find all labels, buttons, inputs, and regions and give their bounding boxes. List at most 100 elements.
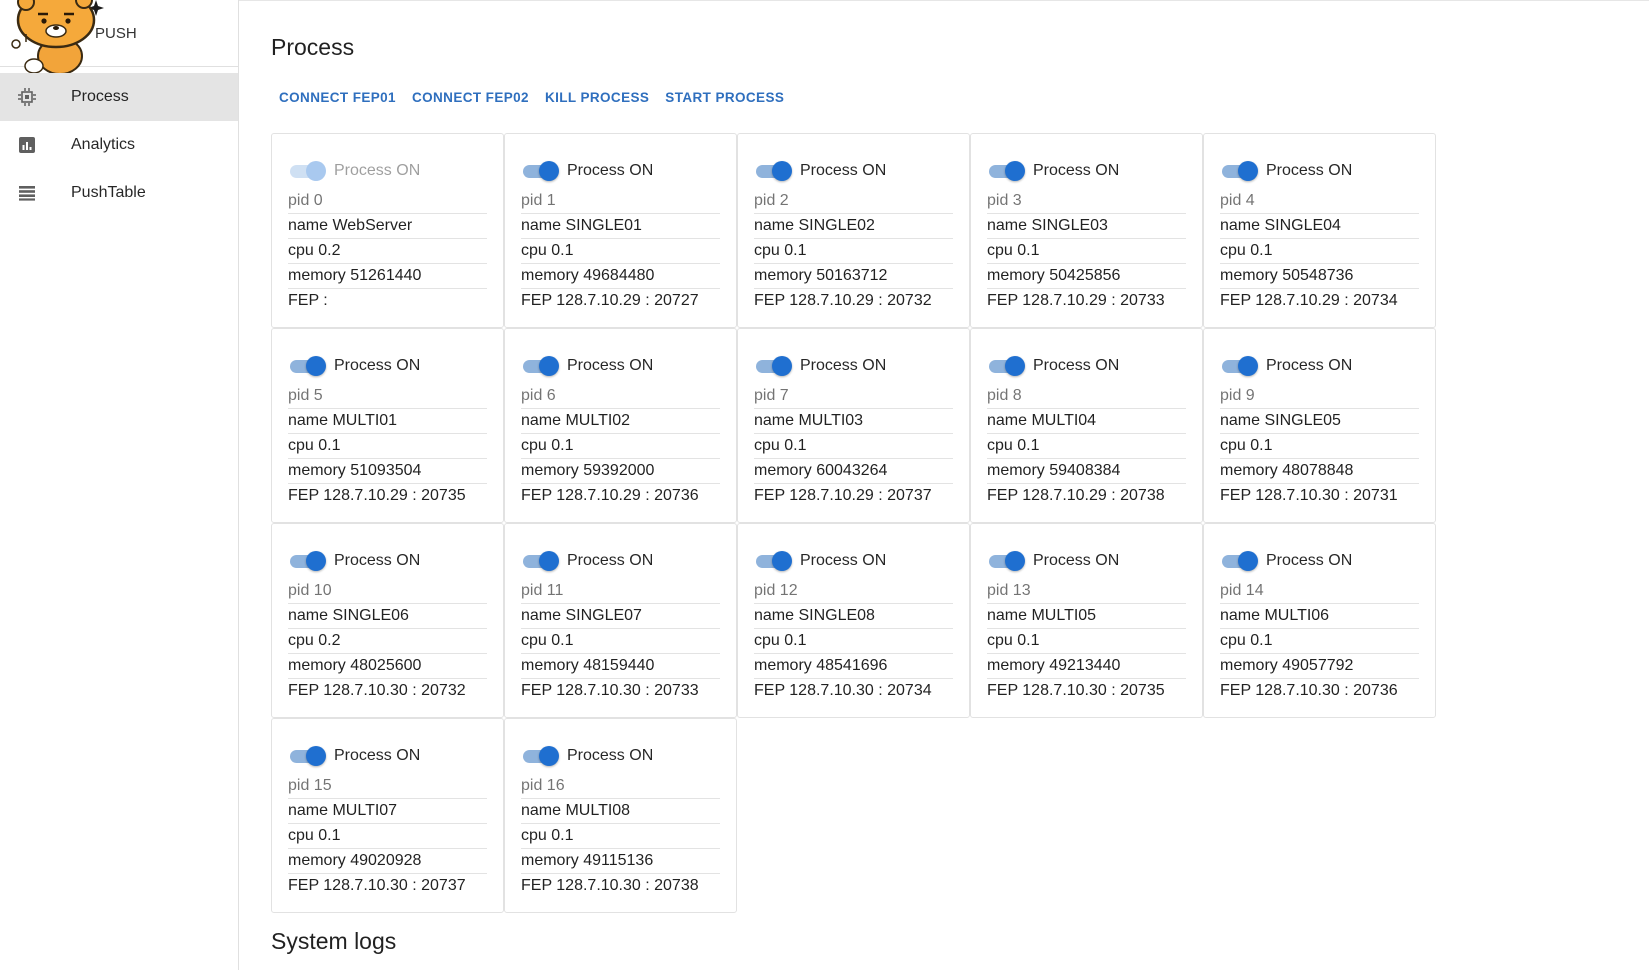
process-toggle-switch[interactable] — [754, 356, 792, 376]
process-name: name SINGLE05 — [1220, 409, 1419, 434]
process-details: pid 3 name SINGLE03 cpu 0.1 memory 50425856… — [987, 189, 1186, 313]
process-cpu: cpu 0.1 — [1220, 239, 1419, 264]
process-toggle-row: Process ON — [521, 354, 653, 378]
process-card: Process ON pid 14 name MULTI06 cpu 0.1 memor… — [1203, 523, 1436, 718]
process-toggle-switch[interactable] — [288, 161, 326, 181]
process-name: name MULTI07 — [288, 799, 487, 824]
toggle-thumb — [306, 161, 326, 181]
start-process-button[interactable]: START PROCESS — [657, 88, 792, 108]
process-pid: pid 8 — [987, 384, 1186, 409]
process-pid: pid 9 — [1220, 384, 1419, 409]
process-fep: FEP 128.7.10.30 : 20734 — [754, 682, 932, 699]
sidebar-item-pushtable[interactable]: PushTable — [0, 169, 238, 217]
process-fep: FEP 128.7.10.30 : 20732 — [288, 682, 466, 699]
process-toggle-row: Process ON — [1220, 159, 1352, 183]
toggle-thumb — [539, 551, 559, 571]
process-toggle-switch[interactable] — [754, 161, 792, 181]
process-toggle-label: Process ON — [334, 552, 421, 569]
process-toggle-label: Process ON — [567, 552, 654, 569]
process-toggle-switch[interactable] — [1220, 161, 1258, 181]
toggle-thumb — [306, 746, 326, 766]
process-toggle-row: Process ON — [987, 159, 1119, 183]
top-border — [0, 0, 1649, 1]
toggle-thumb — [1005, 356, 1025, 376]
process-toggle-switch[interactable] — [987, 356, 1025, 376]
process-fep: FEP 128.7.10.29 : 20737 — [754, 487, 932, 504]
process-toggle-switch[interactable] — [521, 551, 559, 571]
kill-process-button[interactable]: KILL PROCESS — [537, 88, 657, 108]
process-fep: FEP 128.7.10.30 : 20738 — [521, 877, 699, 894]
process-details: pid 5 name MULTI01 cpu 0.1 memory 51093504 F… — [288, 384, 487, 508]
sidebar-item-label: Analytics — [71, 136, 136, 153]
page-title: Process — [271, 34, 355, 60]
process-name: name MULTI02 — [521, 409, 720, 434]
process-details: pid 6 name MULTI02 cpu 0.1 memory 59392000 F… — [521, 384, 720, 508]
toggle-thumb — [772, 356, 792, 376]
process-fep: FEP 128.7.10.30 : 20737 — [288, 877, 466, 894]
toggle-thumb — [772, 551, 792, 571]
process-memory: memory 49020928 — [288, 849, 487, 874]
toggle-thumb — [1238, 161, 1258, 181]
process-toggle-row: Process ON — [521, 159, 653, 183]
process-details: pid 16 name MULTI08 cpu 0.1 memory 49115136… — [521, 774, 720, 898]
process-memory: memory 48541696 — [754, 654, 953, 679]
process-card: Process ON pid 12 name SINGLE08 cpu 0.1 memo… — [737, 523, 970, 718]
process-fep: FEP 128.7.10.30 : 20736 — [1220, 682, 1398, 699]
process-name: name MULTI04 — [987, 409, 1186, 434]
process-toggle-switch[interactable] — [1220, 356, 1258, 376]
process-name: name SINGLE03 — [987, 214, 1186, 239]
process-toggle-switch[interactable] — [987, 551, 1025, 571]
process-pid: pid 14 — [1220, 579, 1419, 604]
connect-fep02-button[interactable]: CONNECT FEP02 — [404, 88, 537, 108]
process-fep: FEP 128.7.10.29 : 20733 — [987, 292, 1165, 309]
process-toggle-row: Process ON — [521, 744, 653, 768]
process-toggle-switch[interactable] — [521, 161, 559, 181]
process-fep: FEP 128.7.10.29 : 20735 — [288, 487, 466, 504]
process-toggle-switch[interactable] — [521, 746, 559, 766]
process-toggle-switch[interactable] — [288, 551, 326, 571]
process-fep: FEP 128.7.10.29 : 20734 — [1220, 292, 1398, 309]
process-details: pid 14 name MULTI06 cpu 0.1 memory 49057792… — [1220, 579, 1419, 703]
action-bar: CONNECT FEP01 CONNECT FEP02 KILL PROCESS… — [271, 88, 792, 108]
process-name: name MULTI03 — [754, 409, 953, 434]
process-toggle-switch[interactable] — [1220, 551, 1258, 571]
process-cpu: cpu 0.1 — [521, 824, 720, 849]
process-toggle-row: Process ON — [754, 159, 886, 183]
connect-fep01-button[interactable]: CONNECT FEP01 — [271, 88, 404, 108]
process-cpu: cpu 0.1 — [1220, 629, 1419, 654]
process-toggle-row: Process ON — [288, 549, 420, 573]
process-toggle-label: Process ON — [1266, 162, 1353, 179]
process-name: name SINGLE04 — [1220, 214, 1419, 239]
process-cpu: cpu 0.1 — [521, 629, 720, 654]
process-memory: memory 60043264 — [754, 459, 953, 484]
sidebar-item-label: PushTable — [71, 184, 146, 201]
cpu-chip-icon — [16, 87, 38, 107]
process-pid: pid 10 — [288, 579, 487, 604]
process-details: pid 12 name SINGLE08 cpu 0.1 memory 4854169… — [754, 579, 953, 703]
sidebar-item-analytics[interactable]: Analytics — [0, 121, 238, 169]
process-name: name SINGLE07 — [521, 604, 720, 629]
process-toggle-switch[interactable] — [521, 356, 559, 376]
sidebar-nav: Process Analytics PushTable — [0, 73, 238, 217]
process-toggle-label: Process ON — [567, 357, 654, 374]
process-memory: memory 50163712 — [754, 264, 953, 289]
process-toggle-switch[interactable] — [288, 356, 326, 376]
process-card: Process ON pid 9 name SINGLE05 cpu 0.1 memor… — [1203, 328, 1436, 523]
sidebar-item-process[interactable]: Process — [0, 73, 238, 121]
process-fep: FEP 128.7.10.30 : 20733 — [521, 682, 699, 699]
process-toggle-label: Process ON — [334, 357, 421, 374]
process-toggle-switch[interactable] — [987, 161, 1025, 181]
process-cpu: cpu 0.1 — [754, 629, 953, 654]
process-memory: memory 51261440 — [288, 264, 487, 289]
process-pid: pid 3 — [987, 189, 1186, 214]
process-card: Process ON pid 15 name MULTI07 cpu 0.1 memor… — [271, 718, 504, 913]
process-cpu: cpu 0.1 — [987, 629, 1186, 654]
toggle-thumb — [1238, 551, 1258, 571]
process-toggle-switch[interactable] — [288, 746, 326, 766]
process-pid: pid 16 — [521, 774, 720, 799]
process-card: Process ON pid 13 name MULTI05 cpu 0.1 memor… — [970, 523, 1203, 718]
bar-chart-icon — [16, 135, 38, 155]
process-fep: FEP 128.7.10.29 : 20727 — [521, 292, 699, 309]
process-toggle-switch[interactable] — [754, 551, 792, 571]
process-pid: pid 4 — [1220, 189, 1419, 214]
